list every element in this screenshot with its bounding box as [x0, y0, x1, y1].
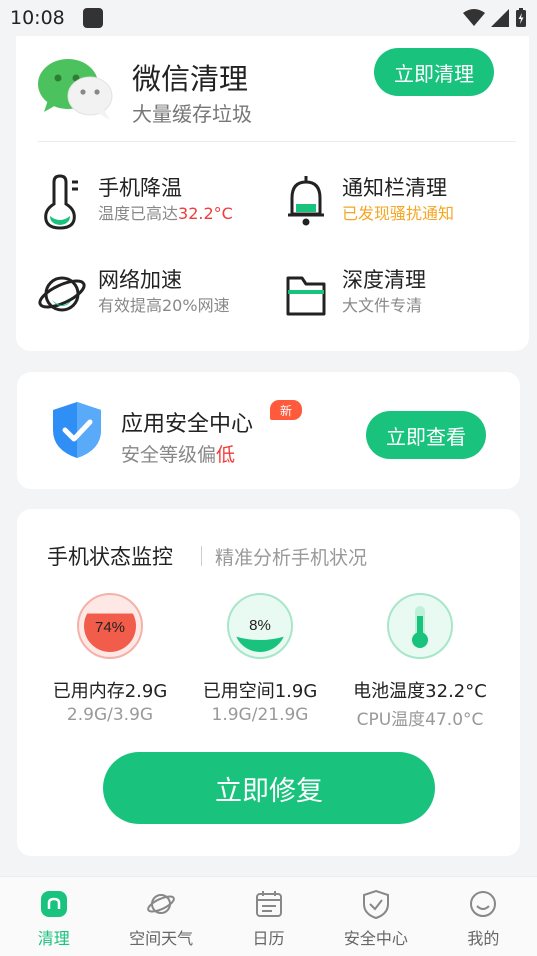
tab-label: 安全中心 [343, 929, 408, 948]
status-time: 10:08 [10, 7, 65, 29]
memory-percent: 74% [95, 619, 125, 636]
tab-label: 空间天气 [129, 929, 194, 948]
thermometer-icon [44, 174, 78, 230]
memory-detail: 2.9G/3.9G [66, 705, 154, 725]
tab-profile[interactable]: 我的 [430, 877, 537, 956]
bell-icon [288, 176, 324, 226]
feature-title: 通知栏清理 [342, 176, 447, 200]
battery-temp-gauge [387, 593, 453, 659]
memory-gauge: 74% [77, 593, 143, 659]
wechat-icon [38, 59, 113, 120]
security-title: 应用安全中心 [121, 412, 254, 437]
signal-icon [491, 9, 509, 27]
feature-deep-clean[interactable]: 深度清理 大文件专清 [282, 266, 426, 322]
wechat-clean-title: 微信清理 [132, 62, 249, 96]
feature-title: 手机降温 [98, 176, 182, 200]
tab-weather[interactable]: 空间天气 [107, 877, 214, 956]
divider [201, 546, 202, 566]
view-now-button[interactable]: 立即查看 [366, 411, 486, 459]
storage-label: 已用空间1.9G [202, 681, 318, 702]
storage-gauge: 8% [227, 593, 293, 659]
memory-label: 已用内存2.9G [52, 681, 168, 702]
battery-icon [516, 8, 526, 27]
feature-subtitle: 大文件专清 [342, 296, 423, 315]
planet-icon [38, 276, 86, 312]
tab-calendar[interactable]: 日历 [215, 877, 322, 956]
status-bar: 10:08 [0, 0, 537, 36]
storage-detail: 1.9G/21.9G [211, 705, 309, 725]
bottom-tab-bar: 清理 空间天气 日历 安全中心 我的 [0, 876, 537, 956]
tab-clean[interactable]: 清理 [0, 877, 107, 956]
new-badge: 新 [270, 400, 302, 420]
tab-label: 清理 [37, 929, 70, 948]
shield-check-icon [53, 402, 101, 458]
feature-notification-clean[interactable]: 通知栏清理 已发现骚扰通知 [282, 174, 454, 230]
cpu-temp-detail: CPU温度47.0°C [356, 710, 484, 730]
feature-subtitle: 已发现骚扰通知 [342, 204, 455, 223]
wechat-clean-subtitle: 大量缓存垃圾 [132, 102, 252, 126]
folder-icon [286, 276, 326, 316]
tab-label: 我的 [467, 929, 500, 948]
feature-subtitle: 温度已高达32.2°C [98, 204, 233, 223]
temperature-value: 32.2°C [178, 204, 233, 223]
notification-icon [82, 8, 103, 28]
feature-title: 网络加速 [98, 268, 182, 292]
monitor-title: 手机状态监控 [47, 545, 173, 569]
wifi-icon [463, 9, 485, 26]
shield-icon [362, 889, 389, 919]
status-icons [463, 8, 527, 28]
divider [38, 141, 516, 142]
security-level: 安全等级偏低 [121, 444, 236, 466]
security-level-value: 低 [216, 444, 236, 466]
clean-now-button[interactable]: 立即清理 [374, 48, 494, 96]
planet-icon [147, 894, 175, 914]
tab-security[interactable]: 安全中心 [322, 877, 429, 956]
battery-temp-label: 电池温度32.2°C [353, 681, 487, 702]
storage-percent: 8% [249, 617, 271, 634]
security-card: 应用安全中心 新 安全等级偏低 立即查看 [17, 372, 520, 489]
calendar-icon [255, 891, 282, 917]
feature-phone-cooling[interactable]: 手机降温 温度已高达32.2°C [38, 174, 233, 230]
monitor-card: 手机状态监控 精准分析手机状况 74% 8% 已用内存2.9G 2.9G/3.9… [17, 509, 520, 856]
feature-network-boost[interactable]: 网络加速 有效提高20%网速 [38, 266, 230, 322]
fix-now-button[interactable]: 立即修复 [103, 752, 435, 824]
tab-label: 日历 [252, 929, 285, 948]
clean-card: 微信清理 大量缓存垃圾 立即清理 手机降温 温度已高达32.2°C 通知栏清理 … [16, 36, 529, 351]
feature-subtitle: 有效提高20%网速 [98, 296, 230, 315]
feature-title: 深度清理 [342, 268, 426, 292]
monitor-subtitle: 精准分析手机状况 [215, 547, 368, 569]
smile-icon [470, 891, 497, 917]
home-icon [40, 891, 67, 917]
